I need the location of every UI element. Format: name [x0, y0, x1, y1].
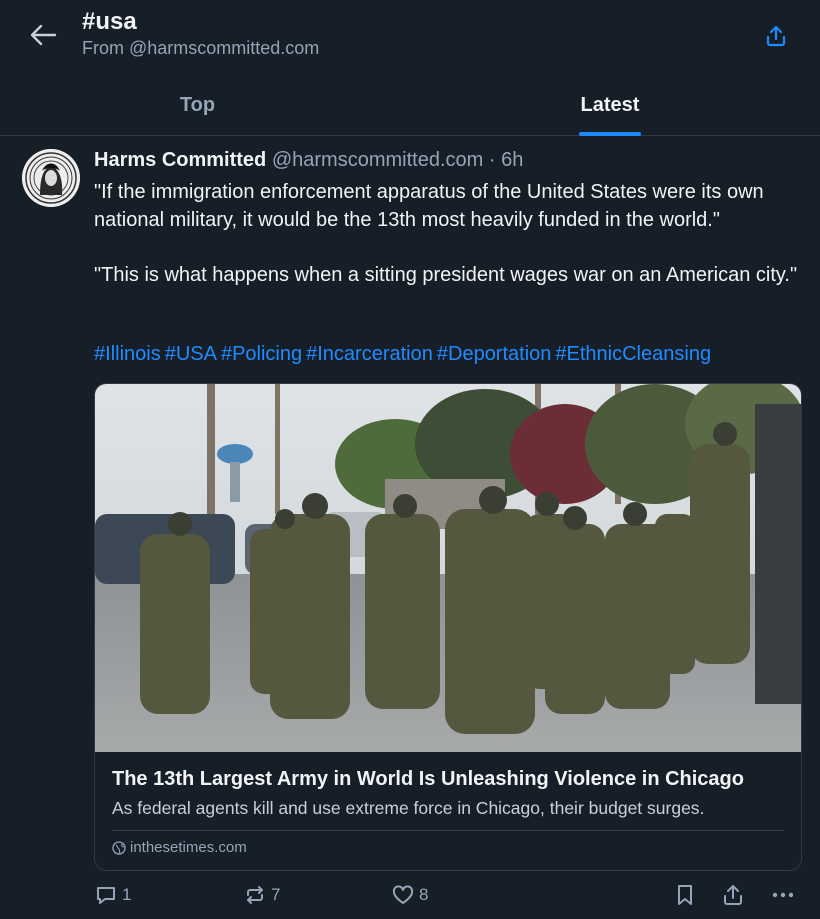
share-post-button[interactable]	[721, 880, 745, 910]
header: #usa From @harmscommitted.com	[0, 0, 820, 72]
link-card[interactable]: The 13th Largest Army in World Is Unleas…	[94, 383, 802, 871]
feed-subtitle: From @harmscommitted.com	[82, 38, 320, 58]
reply-count: 1	[122, 885, 132, 904]
post-actions: 1 7 8	[0, 880, 820, 910]
post-time[interactable]: 6h	[501, 149, 523, 171]
post-header: Harms Committed @harmscommitted.com · 6h	[94, 149, 523, 172]
arrow-left-icon	[30, 24, 57, 46]
hashtag-link[interactable]: #Deportation	[437, 343, 552, 365]
like-count: 8	[419, 885, 429, 904]
bookmark-icon	[678, 885, 692, 905]
author-name[interactable]: Harms Committed	[94, 149, 266, 171]
hashtag-link[interactable]: #Policing	[221, 343, 302, 365]
tab-latest[interactable]: Latest	[540, 76, 680, 135]
share-icon	[724, 885, 742, 905]
reply-button[interactable]: 1	[94, 880, 131, 910]
like-button[interactable]: 8	[391, 880, 428, 910]
hashtag-list: #Illinois #USA #Policing #Incarceration #Dep…	[94, 343, 715, 366]
hashtag-link[interactable]: #USA	[165, 343, 217, 365]
avatar-portrait-icon	[22, 149, 80, 207]
active-tab-indicator	[579, 132, 641, 136]
tab-top[interactable]: Top	[120, 76, 275, 135]
hashtag-link[interactable]: #Incarceration	[306, 343, 433, 365]
bookmark-button[interactable]	[673, 880, 697, 910]
card-domain: inthesetimes.com	[112, 839, 247, 856]
share-icon	[766, 25, 786, 47]
time-separator: ·	[483, 149, 502, 171]
repost-button[interactable]: 7	[243, 880, 280, 910]
hashtag-link[interactable]: #Illinois	[94, 343, 161, 365]
back-button[interactable]	[26, 20, 60, 50]
post-paragraph: "This is what happens when a sitting pre…	[94, 263, 798, 286]
share-feed-button[interactable]	[762, 22, 790, 50]
card-domain-text: inthesetimes.com	[130, 839, 247, 856]
feed-tabs: Top Latest	[0, 76, 820, 136]
card-title: The 13th Largest Army in World Is Unleas…	[112, 768, 744, 790]
card-divider	[112, 830, 784, 831]
globe-icon	[112, 840, 126, 855]
author-handle[interactable]: @harmscommitted.com	[272, 149, 483, 171]
post-text: "If the immigration enforcement apparatu…	[94, 179, 806, 289]
repost-count: 7	[271, 885, 281, 904]
post-paragraph: "If the immigration enforcement apparatu…	[94, 181, 764, 231]
repost-icon	[247, 886, 263, 904]
feed-title: #usa	[82, 8, 137, 35]
ellipsis-icon	[772, 892, 794, 898]
speech-bubble-icon	[97, 887, 115, 904]
heart-icon	[392, 885, 414, 904]
card-image	[95, 384, 801, 752]
avatar[interactable]	[22, 149, 80, 207]
more-options-button[interactable]	[770, 880, 796, 910]
hashtag-link[interactable]: #EthnicCleansing	[555, 343, 711, 365]
card-description: As federal agents kill and use extreme f…	[112, 798, 705, 818]
